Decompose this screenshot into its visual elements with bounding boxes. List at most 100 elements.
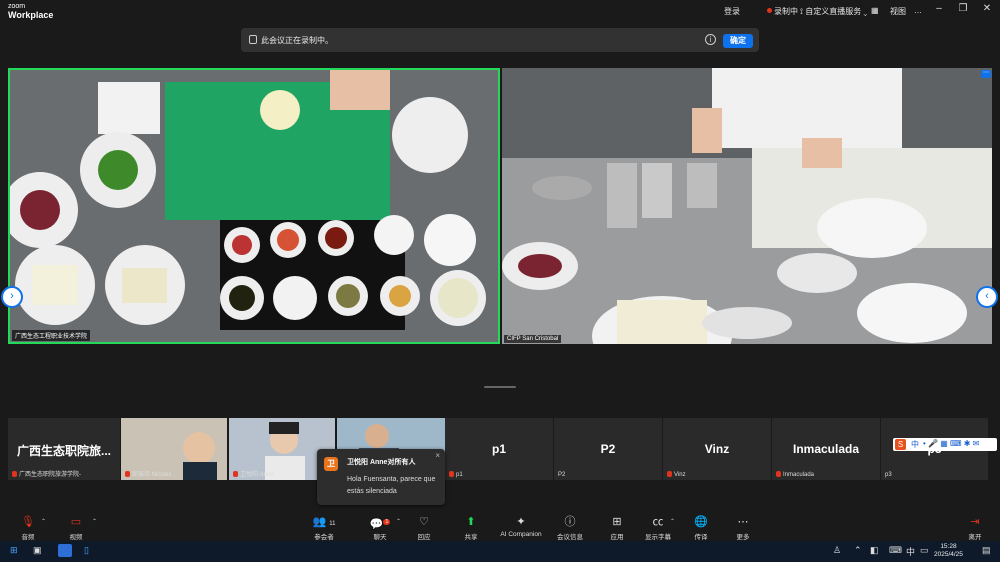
more-button[interactable]: ⋯ 更多 bbox=[715, 515, 771, 541]
cooking-video-right bbox=[502, 68, 992, 344]
participant-label: 邱骏伟 Nicolás bbox=[132, 472, 172, 478]
chat-badge: 1 bbox=[383, 519, 391, 525]
participant-name-small: 广西生态职院旅游学院- bbox=[12, 469, 81, 478]
clock-date: 2025/4/25 bbox=[934, 551, 963, 558]
app-taskbar-icon[interactable]: ▯ bbox=[84, 545, 89, 556]
tray-app-icon[interactable]: ◧ bbox=[870, 545, 879, 556]
share-button[interactable]: ⬆ 共享 bbox=[443, 515, 499, 541]
network-icon[interactable]: ▭ bbox=[920, 545, 929, 556]
sogou-icon: S bbox=[895, 439, 906, 450]
participant-name-small: 邱骏伟 Nicolás bbox=[125, 469, 171, 478]
next-page-icon[interactable]: ‹ bbox=[976, 286, 998, 308]
participant-name-large: Vinz bbox=[704, 442, 730, 456]
participants-icon: 👥 11 bbox=[312, 516, 336, 528]
keyboard-icon[interactable]: ⌨ bbox=[889, 545, 902, 556]
system-clock[interactable]: 15:28 2025/4/25 bbox=[934, 543, 963, 559]
clock-time: 15:28 bbox=[940, 543, 957, 550]
record-dot-icon bbox=[767, 8, 772, 13]
grid-icon[interactable]: ▦ bbox=[871, 6, 879, 15]
task-view-icon[interactable]: ▣ bbox=[33, 545, 42, 556]
video-label: 视频 bbox=[69, 534, 83, 541]
person-icon[interactable]: ♙ bbox=[833, 545, 841, 556]
ime-mode: 中 bbox=[911, 440, 919, 449]
leave-icon: ⇥ bbox=[970, 516, 980, 528]
video-tile-guangxi[interactable]: 广西生态工程职业技术学院 bbox=[8, 68, 500, 344]
chat-notification[interactable]: 卫 卫悦阳 Anne对所有人 Hola Fuensanta, parece qu… bbox=[317, 449, 445, 505]
video-tile-cifp[interactable]: CIFP San Cristobal bbox=[502, 68, 992, 344]
participant-name-small: 卫悦阳 Anne bbox=[233, 469, 274, 478]
notification-icon[interactable]: ▤ bbox=[982, 545, 991, 556]
gallery-tile[interactable]: Inmaculada Inmaculada bbox=[772, 418, 880, 480]
ai-companion-button[interactable]: ✦ AI Companion bbox=[493, 515, 549, 538]
share-icon: ⬆ bbox=[466, 516, 476, 528]
leave-button[interactable]: ⇥ 离开 bbox=[947, 515, 1000, 541]
banner-text: 此会议正在录制中。 bbox=[261, 36, 333, 45]
view-more-button[interactable]: … bbox=[914, 6, 922, 15]
more-icon: ⋯ bbox=[737, 516, 749, 528]
muted-mic-icon bbox=[125, 471, 130, 477]
copy-icon bbox=[249, 35, 257, 44]
gallery-tile[interactable]: Vinz Vinz bbox=[663, 418, 771, 480]
livestream-label: 自定义直播服务 bbox=[805, 7, 862, 16]
sender-avatar: 卫 bbox=[324, 457, 338, 471]
ai-label: AI Companion bbox=[500, 531, 542, 538]
close-icon[interactable]: ✕ bbox=[979, 3, 995, 17]
participant-name-tag: 广西生态工程职业技术学院 bbox=[12, 330, 91, 341]
gallery-tile[interactable]: 广西生态职院旅... 广西生态职院旅游学院- bbox=[8, 418, 120, 480]
zoom-logo: zoom Workplace bbox=[8, 3, 54, 20]
muted-mic-icon bbox=[449, 471, 454, 477]
zoom-taskbar-icon[interactable] bbox=[58, 544, 72, 557]
muted-mic-icon bbox=[776, 471, 781, 477]
tray-up-icon[interactable]: ⌃ bbox=[854, 545, 862, 556]
windows-start-icon[interactable]: ⊞ bbox=[10, 545, 18, 556]
muted-mic-icon bbox=[667, 471, 672, 477]
view-button[interactable]: 视图 bbox=[890, 6, 906, 17]
gallery-tile[interactable]: 邱骏伟 Nicolás bbox=[121, 418, 227, 480]
prev-page-icon[interactable]: › bbox=[1, 286, 23, 308]
participant-name-large: Inmaculada bbox=[792, 442, 860, 456]
participant-label: p1 bbox=[456, 472, 463, 478]
more-label: 更多 bbox=[736, 534, 750, 541]
recording-indicator[interactable]: 录制中 bbox=[767, 6, 798, 17]
login-link[interactable]: 登录 bbox=[724, 6, 740, 17]
share-label: 共享 bbox=[464, 534, 478, 541]
gallery-tile[interactable]: P2 P2 bbox=[554, 418, 662, 480]
info-icon[interactable]: i bbox=[705, 34, 716, 45]
restore-icon[interactable]: ❐ bbox=[955, 3, 971, 17]
language-indicator[interactable]: 中 bbox=[906, 545, 915, 558]
gallery-strip: 广西生态职院旅... 广西生态职院旅游学院- 邱骏伟 Nicolás 卫悦阳 A… bbox=[8, 418, 988, 480]
participants-count: 11 bbox=[329, 521, 336, 527]
participant-label: P2 bbox=[558, 472, 566, 478]
participant-name-small: Inmaculada bbox=[776, 471, 814, 478]
participants-button[interactable]: 👥 11 参会者 bbox=[296, 515, 352, 541]
livestream-menu[interactable]: ⟟ 自定义直播服务 ⌄ bbox=[800, 6, 867, 17]
participant-label: 广西生态职院旅游学院- bbox=[19, 472, 81, 478]
recording-label: 录制中 bbox=[774, 7, 798, 16]
gallery-tile[interactable]: p1 p1 bbox=[445, 418, 553, 480]
muted-mic-icon bbox=[12, 471, 17, 477]
video-caret-icon[interactable]: ⌃ bbox=[92, 518, 97, 525]
banner-confirm-button[interactable]: 确定 bbox=[723, 34, 753, 48]
chat-message: Hola Fuensanta, parece que estás silenci… bbox=[347, 476, 436, 495]
close-icon[interactable]: × bbox=[435, 451, 440, 460]
chat-sender: 卫悦阳 Anne对所有人 bbox=[347, 459, 416, 466]
participant-label: 卫悦阳 Anne bbox=[240, 472, 274, 478]
recording-banner: 此会议正在录制中。 i bbox=[241, 28, 759, 52]
ime-toolbar[interactable]: S 中 • 🎤 ▦ ⌨ ✱ ✉ bbox=[893, 438, 997, 451]
os-taskbar: ⊞ ▣ ▯ ♙ ⌃ ◧ ⌨ 中 ▭ 15:28 2025/4/25 ▤ bbox=[0, 541, 1000, 562]
cooking-video-left bbox=[10, 70, 498, 342]
participant-name-large: p1 bbox=[491, 442, 506, 456]
audio-caret-icon[interactable]: ⌃ bbox=[41, 518, 46, 525]
resize-handle[interactable] bbox=[484, 386, 516, 388]
participant-label: p3 bbox=[885, 472, 892, 478]
participant-name-large: P2 bbox=[600, 442, 616, 456]
participants-label: 参会者 bbox=[314, 534, 334, 541]
brand-line2: Workplace bbox=[8, 10, 54, 20]
participant-label: Inmaculada bbox=[783, 472, 815, 478]
tile-more-icon[interactable]: ⋯ bbox=[981, 70, 991, 78]
participant-name-small: p1 bbox=[449, 471, 463, 478]
meeting-toolbar: 🎙 音频 ⌃ ▭ 视频 ⌃ 👥 11 参会者 💬 1 聊天 ⌃ ♡ 回应 ⬆ 共享… bbox=[0, 511, 1000, 541]
zoom-meeting-window: zoom Workplace 登录 录制中 ⟟ 自定义直播服务 ⌄ ▦ 视图 …… bbox=[0, 0, 1000, 562]
minimize-icon[interactable]: – bbox=[931, 3, 947, 17]
participant-label: Vinz bbox=[674, 472, 686, 478]
